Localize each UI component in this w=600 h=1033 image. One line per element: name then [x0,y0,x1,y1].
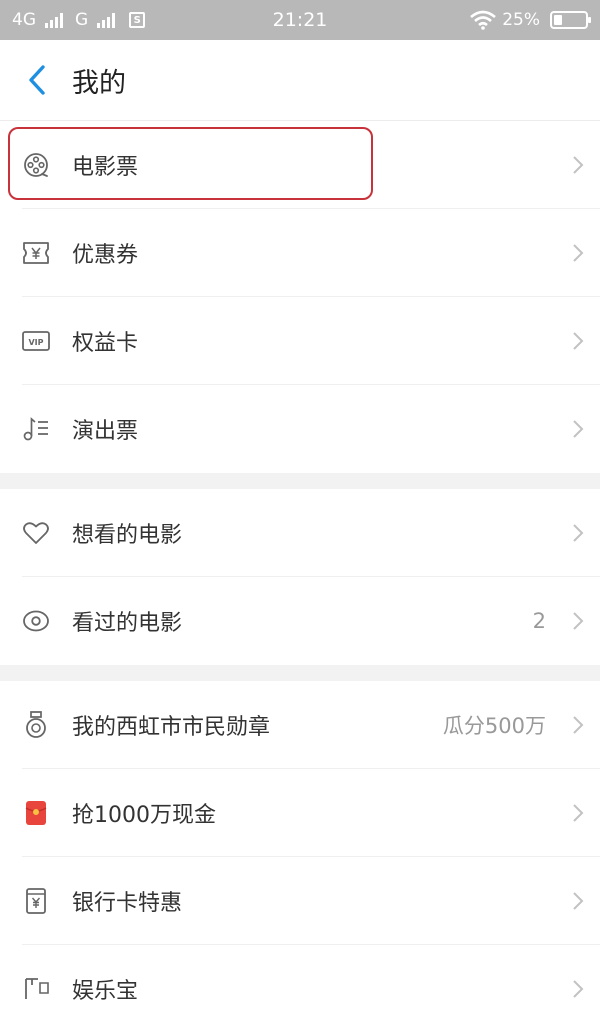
group-divider [0,473,600,489]
battery-percent: 25% [502,10,540,30]
menu-item-want-to-watch[interactable]: 想看的电影 [0,489,600,577]
sim-badge-icon: S [129,12,146,28]
chevron-right-icon [556,331,600,351]
status-left: 4G G S [12,10,146,30]
menu-item-show-tickets[interactable]: 演出票 [0,385,600,473]
menu-item-label: 银行卡特惠 [72,891,183,916]
battery-fill [554,15,562,25]
menu-item-label: 优惠券 [72,243,139,268]
menu-group-movies: 想看的电影 看过的电影 2 [0,489,600,665]
watched-count: 2 [532,609,546,633]
page-header: 我的 [0,40,600,121]
status-right: 25% [470,10,591,30]
heart-icon [0,489,72,577]
chevron-right-icon [556,803,600,823]
svg-text:VIP: VIP [28,338,43,347]
menu-item-coupons[interactable]: 优惠券 [0,209,600,297]
menu-group-tickets: 电影票 优惠券 VIP 权益卡 演出票 [0,121,600,473]
signal-icon [45,12,63,28]
vip-card-icon: VIP [0,297,72,385]
group-divider [0,665,600,681]
bank-card-icon [0,857,72,945]
wifi-icon [470,10,497,30]
page-title: 我的 [72,67,126,99]
menu-list: 电影票 优惠券 VIP 权益卡 演出票 想看的电影 看过的电影 2 我的西虹市市… [0,121,600,1033]
chevron-right-icon [556,715,600,735]
signal-icon-2 [97,12,116,28]
chevron-right-icon [556,243,600,263]
network-type-2: G [75,10,89,30]
menu-item-label: 电影票 [72,155,139,180]
chevron-right-icon [556,523,600,543]
status-bar: 4G G S 21:21 25% [0,0,600,40]
back-arrow-icon [29,65,45,95]
menu-item-label: 娱乐宝 [72,979,139,1004]
menu-item-label: 看过的电影 [72,611,183,636]
network-type-1: 4G [12,10,36,30]
red-envelope-icon [0,769,72,857]
chevron-right-icon [556,611,600,631]
entertainment-icon [0,945,72,1033]
menu-item-watched[interactable]: 看过的电影 2 [0,577,600,665]
menu-item-label: 权益卡 [72,331,139,356]
chevron-right-icon [556,979,600,999]
menu-item-label: 我的西虹市市民勋章 [72,715,271,740]
menu-item-label: 想看的电影 [72,523,183,548]
menu-group-promotions: 我的西虹市市民勋章 瓜分500万 抢1000万现金 银行卡特惠 娱乐宝 [0,681,600,1033]
menu-item-entertainment-treasure[interactable]: 娱乐宝 [0,945,600,1033]
chevron-right-icon [556,155,600,175]
menu-item-citizen-medal[interactable]: 我的西虹市市民勋章 瓜分500万 [0,681,600,769]
menu-item-bank-card-offers[interactable]: 银行卡特惠 [0,857,600,945]
menu-item-movie-tickets[interactable]: 电影票 [0,121,600,209]
medal-promo-text: 瓜分500万 [442,714,546,738]
music-note-icon [0,385,72,473]
medal-icon [0,681,72,769]
menu-item-grab-cash[interactable]: 抢1000万现金 [0,769,600,857]
back-button[interactable] [0,40,70,121]
chevron-right-icon [556,419,600,439]
menu-item-label: 演出票 [72,419,139,444]
menu-item-membership-card[interactable]: VIP 权益卡 [0,297,600,385]
battery-icon [550,11,591,29]
coupon-icon [0,209,72,297]
menu-item-label: 抢1000万现金 [72,803,216,828]
film-reel-icon [0,121,72,209]
chevron-right-icon [556,891,600,911]
eye-icon [0,577,72,665]
